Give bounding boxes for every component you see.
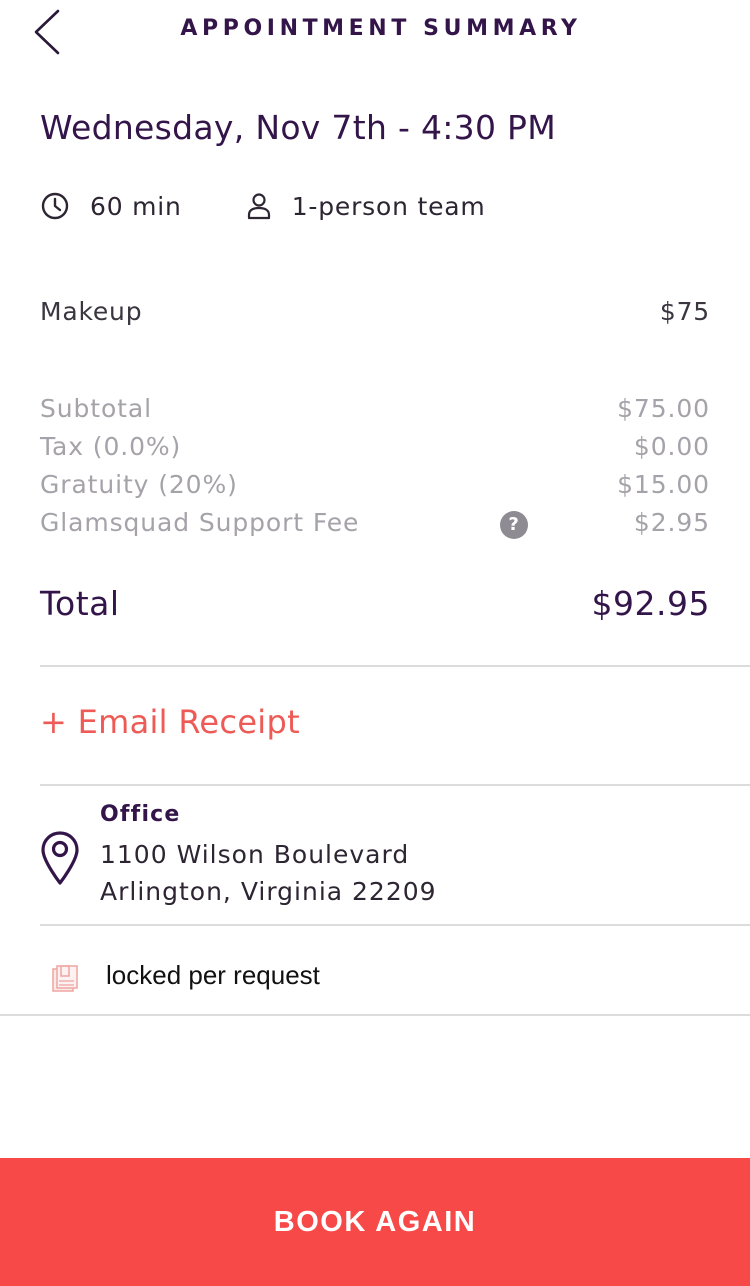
person-icon (247, 193, 270, 220)
subtotal-row: Subtotal $75.00 (40, 389, 710, 427)
service-price: $75 (659, 297, 710, 326)
book-again-button[interactable]: BOOK AGAIN (0, 1158, 750, 1286)
team-text: 1-person team (291, 191, 486, 221)
location-label: Office (100, 802, 181, 827)
header: APPOINTMENT SUMMARY (0, 0, 750, 60)
divider (40, 924, 750, 926)
service-name: Makeup (40, 297, 143, 326)
tax-label: Tax (0.0%) (40, 431, 182, 461)
support-fee-label: Glamsquad Support Fee (40, 507, 360, 537)
subtotal-label: Subtotal (40, 393, 152, 423)
team-info: 1-person team (244, 191, 486, 221)
support-fee-row: Glamsquad Support Fee ? $2.95 (40, 503, 710, 541)
address-line-2: Arlington, Virginia 22209 (100, 877, 437, 906)
appointment-note: locked per request (106, 960, 320, 990)
notes-icon (52, 965, 78, 992)
gratuity-value: $15.00 (617, 469, 710, 499)
location-pin-icon (41, 831, 79, 885)
duration-text: 60 min (90, 191, 182, 221)
gratuity-row: Gratuity (20%) $15.00 (40, 465, 710, 503)
help-icon[interactable]: ? (500, 511, 528, 539)
tax-row: Tax (0.0%) $0.00 (40, 427, 710, 465)
support-fee-value: $2.95 (633, 507, 710, 537)
subtotal-value: $75.00 (617, 393, 710, 423)
divider (0, 1014, 750, 1016)
address-line-1: 1100 Wilson Boulevard (100, 840, 410, 869)
page-title: APPOINTMENT SUMMARY (180, 16, 582, 41)
tax-value: $0.00 (633, 431, 710, 461)
divider (40, 665, 750, 667)
total-row: Total $92.95 (40, 584, 710, 623)
appointment-datetime: Wednesday, Nov 7th - 4:30 PM (40, 108, 557, 147)
duration-info: 60 min (40, 191, 182, 221)
total-label: Total (40, 584, 120, 623)
divider (40, 784, 750, 786)
clock-icon (41, 192, 69, 220)
total-value: $92.95 (591, 584, 710, 623)
appointment-meta: 60 min 1-person team (40, 186, 486, 226)
gratuity-label: Gratuity (20%) (40, 469, 238, 499)
email-receipt-link[interactable]: + Email Receipt (40, 703, 300, 741)
service-line-item: Makeup $75 (40, 297, 710, 326)
